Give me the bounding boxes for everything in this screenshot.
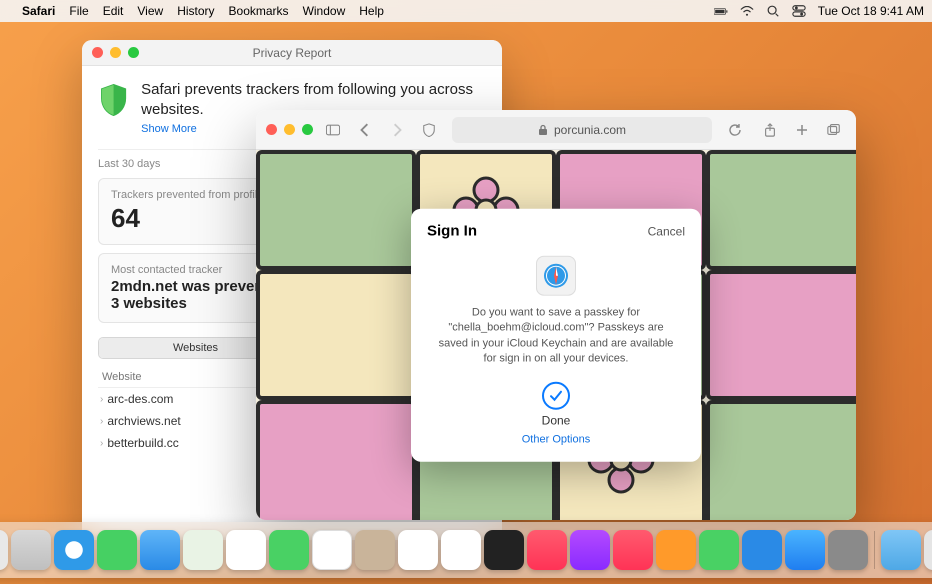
privacy-report-button[interactable] — [417, 119, 441, 141]
menu-bookmarks[interactable]: Bookmarks — [229, 4, 289, 18]
website-name: arc-des.com — [107, 392, 173, 406]
shield-icon — [98, 80, 129, 120]
passkey-dialog: Sign In Cancel Do you want to save a pas… — [411, 209, 701, 462]
new-tab-button[interactable] — [790, 119, 814, 141]
dock-app-settings[interactable] — [828, 530, 868, 570]
dock — [0, 522, 932, 578]
menubar: Safari File Edit View History Bookmarks … — [0, 0, 932, 22]
dialog-message: Do you want to save a passkey for "chell… — [427, 306, 685, 368]
menubar-clock[interactable]: Tue Oct 18 9:41 AM — [818, 4, 924, 18]
col-website: Website — [102, 371, 142, 383]
dock-app-maps[interactable] — [183, 530, 223, 570]
maximize-button[interactable] — [302, 124, 313, 135]
safari-app-icon — [536, 256, 576, 296]
dock-app-launchpad[interactable] — [11, 530, 51, 570]
tab-overview-button[interactable] — [822, 119, 846, 141]
dock-app-pages[interactable] — [656, 530, 696, 570]
app-menu[interactable]: Safari — [22, 4, 55, 18]
wifi-icon[interactable] — [740, 4, 754, 18]
maximize-button[interactable] — [128, 47, 139, 58]
dock-trash[interactable] — [924, 530, 932, 570]
menu-help[interactable]: Help — [359, 4, 384, 18]
share-button[interactable] — [758, 119, 782, 141]
page-content: Sign In Cancel Do you want to save a pas… — [256, 150, 856, 520]
forward-button[interactable] — [385, 119, 409, 141]
dock-app-news[interactable] — [613, 530, 653, 570]
spotlight-icon[interactable] — [766, 4, 780, 18]
menu-edit[interactable]: Edit — [103, 4, 124, 18]
back-button[interactable] — [353, 119, 377, 141]
other-options-link[interactable]: Other Options — [427, 433, 685, 445]
cancel-button[interactable]: Cancel — [648, 224, 685, 238]
dock-app-finder[interactable] — [0, 530, 8, 570]
safari-window: porcunia.com Sign In Cancel Do you want — [256, 110, 856, 520]
dock-app-tv[interactable] — [484, 530, 524, 570]
safari-toolbar: porcunia.com — [256, 110, 856, 150]
sidebar-toggle-button[interactable] — [321, 119, 345, 141]
dock-app-calendar[interactable] — [312, 530, 352, 570]
menu-view[interactable]: View — [137, 4, 163, 18]
website-name: betterbuild.cc — [107, 436, 178, 450]
url-host: porcunia.com — [554, 123, 626, 137]
dock-app-safari[interactable] — [54, 530, 94, 570]
reload-button[interactable] — [723, 119, 747, 141]
chevron-right-icon: › — [100, 438, 103, 449]
dock-app-messages[interactable] — [97, 530, 137, 570]
battery-icon[interactable] — [714, 4, 728, 18]
dock-app-music[interactable] — [527, 530, 567, 570]
done-label: Done — [427, 413, 685, 427]
dock-app-appstore[interactable] — [785, 530, 825, 570]
dock-downloads-folder[interactable] — [881, 530, 921, 570]
dock-app-podcasts[interactable] — [570, 530, 610, 570]
dock-app-notes[interactable] — [441, 530, 481, 570]
checkmark-icon — [542, 381, 570, 409]
menu-history[interactable]: History — [177, 4, 214, 18]
address-bar[interactable]: porcunia.com — [452, 117, 712, 143]
dock-app-photos[interactable] — [226, 530, 266, 570]
minimize-button[interactable] — [284, 124, 295, 135]
close-button[interactable] — [92, 47, 103, 58]
chevron-right-icon: › — [100, 394, 103, 405]
dock-app-numbers[interactable] — [699, 530, 739, 570]
dock-app-keynote[interactable] — [742, 530, 782, 570]
window-titlebar[interactable]: Privacy Report — [82, 40, 502, 66]
lock-icon — [538, 124, 548, 136]
menu-window[interactable]: Window — [303, 4, 346, 18]
control-center-icon[interactable] — [792, 4, 806, 18]
dock-app-reminders[interactable] — [398, 530, 438, 570]
window-title: Privacy Report — [253, 46, 332, 60]
dialog-title: Sign In — [427, 223, 477, 240]
dock-app-mail[interactable] — [140, 530, 180, 570]
menu-file[interactable]: File — [69, 4, 88, 18]
dock-separator — [874, 531, 875, 569]
chevron-right-icon: › — [100, 416, 103, 427]
website-name: archviews.net — [107, 414, 180, 428]
close-button[interactable] — [266, 124, 277, 135]
dock-app-contacts[interactable] — [355, 530, 395, 570]
minimize-button[interactable] — [110, 47, 121, 58]
dock-app-facetime[interactable] — [269, 530, 309, 570]
